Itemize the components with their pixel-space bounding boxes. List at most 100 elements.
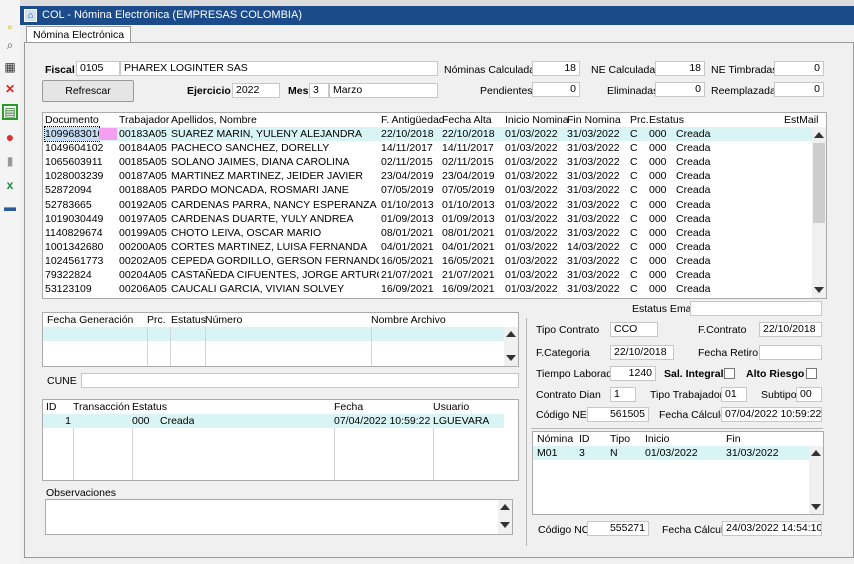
employees-scrollbar[interactable]: [812, 127, 826, 298]
table-row[interactable]: 1065603911 00185A05 SOLANO JAIMES, DIANA C…: [43, 155, 814, 169]
table-row[interactable]: 1049604102 00184A05 PACHECO SANCHEZ, DOREL…: [43, 141, 814, 155]
col-tipo[interactable]: Tipo: [610, 432, 630, 446]
files-scrollbar[interactable]: [504, 327, 518, 366]
col-tx-estatus[interactable]: Estatus: [132, 400, 167, 414]
col-inicio[interactable]: Inicio: [645, 432, 670, 446]
cell-documento: 1099683010: [44, 126, 100, 142]
mes-name-field[interactable]: Marzo: [329, 83, 438, 98]
cell-estatus-code: 000: [649, 128, 667, 140]
col-numero[interactable]: Número: [205, 313, 242, 327]
scroll-down-icon[interactable]: [506, 355, 516, 361]
refresh-button[interactable]: Refrescar: [42, 80, 134, 102]
transactions-scrollbar[interactable]: [504, 400, 518, 480]
nominas-scrollbar[interactable]: [809, 446, 823, 514]
scroll-down-icon[interactable]: [500, 522, 510, 528]
fecha-calculo-no-field[interactable]: 24/03/2022 14:54:10: [722, 521, 822, 536]
col-estatus[interactable]: Estatus: [649, 113, 684, 127]
scroll-up-icon[interactable]: [506, 331, 516, 337]
excel-icon[interactable]: x: [3, 178, 17, 192]
col-nombre-archivo[interactable]: Nombre Archivo: [371, 313, 446, 327]
table-row[interactable]: 1 000 Creada 07/04/2022 10:59:22 LGUEVAR…: [43, 414, 505, 429]
col-fecha[interactable]: Fecha: [334, 400, 363, 414]
col-files-estatus[interactable]: Estatus: [171, 313, 206, 327]
cune-field[interactable]: [81, 373, 519, 388]
contrato-dian-field[interactable]: 1: [610, 387, 636, 402]
col-nomina-id[interactable]: ID: [579, 432, 590, 446]
col-files-prc[interactable]: Prc.: [147, 313, 166, 327]
col-id[interactable]: ID: [46, 400, 57, 414]
ejercicio-field[interactable]: 2022: [232, 83, 280, 98]
chart-icon[interactable]: ▮: [3, 154, 17, 168]
col-fecha-generacion[interactable]: Fecha Generación: [47, 313, 133, 327]
observaciones-textarea[interactable]: [45, 499, 513, 535]
fecha-calculo-ne-field[interactable]: 07/04/2022 10:59:22: [721, 407, 822, 422]
scroll-up-icon[interactable]: [811, 450, 821, 456]
scroll-up-icon[interactable]: [500, 504, 510, 510]
transactions-table[interactable]: ID Transacción Estatus Fecha Usuario 1 0…: [42, 399, 519, 481]
codigo-ne-field[interactable]: 561505: [587, 407, 649, 422]
observaciones-scrollbar[interactable]: [498, 500, 512, 534]
col-prc[interactable]: Prc.: [630, 113, 649, 127]
table-row[interactable]: 1028003239 00187A05 MARTINEZ MARTINEZ, JEI…: [43, 169, 814, 183]
stop-icon[interactable]: ●: [3, 130, 17, 144]
col-f-antiguedad[interactable]: F. Antigüedad: [381, 113, 445, 127]
codigo-no-field[interactable]: 555271: [587, 521, 649, 536]
grid-icon[interactable]: ▤: [2, 104, 18, 120]
search-icon[interactable]: ⌕: [3, 38, 17, 52]
cell-fecha-alta: 01/09/2013: [442, 212, 495, 225]
col-inicio-nomina[interactable]: Inicio Nomina: [505, 113, 569, 127]
table-row[interactable]: 53123109 00206A05 CAUCALI GARCIA, VIVIAN S…: [43, 282, 814, 296]
table-row[interactable]: 52783665 00192A05 CARDENAS PARRA, NANCY ES…: [43, 198, 814, 212]
cell-f-antiguedad: 08/01/2021: [381, 226, 434, 239]
eliminadas-label: Eliminadas: [607, 85, 659, 97]
files-empty-row[interactable]: [43, 327, 505, 341]
scroll-thumb[interactable]: [813, 143, 825, 223]
sal-integral-checkbox[interactable]: [724, 368, 735, 379]
table-row[interactable]: 1140829674 00199A05 CHOTO LEIVA, OSCAR MAR…: [43, 226, 814, 240]
col-documento[interactable]: Documento: [45, 113, 99, 127]
table-row[interactable]: 1099683010 00183A05 SUAREZ MARIN, YULENY A…: [43, 126, 814, 142]
new-doc-icon[interactable]: ▫: [3, 20, 17, 34]
table-row[interactable]: 1019030449 00197A05 CARDENAS DUARTE, YULY …: [43, 212, 814, 226]
f-contrato-field[interactable]: 22/10/2018: [759, 322, 822, 337]
alto-riesgo-checkbox[interactable]: [806, 368, 817, 379]
chat-icon[interactable]: ▬: [3, 200, 17, 214]
col-fecha-alta[interactable]: Fecha Alta: [442, 113, 492, 127]
col-fin-nomina[interactable]: Fin Nomina: [567, 113, 621, 127]
scroll-down-icon[interactable]: [811, 504, 821, 510]
col-usuario[interactable]: Usuario: [433, 400, 469, 414]
subtipo-field[interactable]: 00: [796, 387, 822, 402]
col-transaccion[interactable]: Transacción: [73, 400, 130, 414]
cell-estatus-code: 000: [649, 269, 667, 281]
cell-estatus-code: 000: [649, 142, 667, 155]
col-apellidos-nombre[interactable]: Apellidos, Nombre: [171, 113, 257, 127]
f-categoria-field[interactable]: 22/10/2018: [610, 345, 674, 360]
cell-fin-nomina: 31/03/2022: [567, 226, 620, 239]
table-row[interactable]: 1024561773 00202A05 CEPEDA GORDILLO, GERSO…: [43, 254, 814, 268]
tipo-trabajador-field[interactable]: 01: [721, 387, 747, 402]
nominas-table[interactable]: Nómina ID Tipo Inicio Fin M01 3 N 01/03/…: [532, 431, 824, 515]
col-nomina[interactable]: Nómina: [537, 432, 573, 446]
cell-fecha-alta: 02/11/2015: [442, 156, 494, 169]
subtipo-label: Subtipo: [761, 389, 797, 401]
col-estmail[interactable]: EstMail: [784, 113, 818, 127]
table-row[interactable]: 1001342680 00200A05 CORTES MARTINEZ, LUISA…: [43, 240, 814, 254]
calculator-icon[interactable]: ▦: [3, 60, 17, 74]
fiscal-code-field[interactable]: 0105: [76, 61, 120, 76]
table-row[interactable]: 79322824 00204A05 CASTAÑEDA CIFUENTES, JOR…: [43, 268, 814, 282]
scroll-up-icon[interactable]: [814, 132, 824, 138]
fiscal-name-field[interactable]: PHAREX LOGINTER SAS: [120, 61, 438, 76]
tiempo-laborado-field[interactable]: 1240: [610, 366, 656, 381]
employees-table[interactable]: Documento Trabajador Apellidos, Nombre F…: [42, 112, 827, 299]
fecha-retiro-field[interactable]: [759, 345, 822, 360]
table-row[interactable]: M01 3 N 01/03/2022 31/03/2022: [533, 446, 810, 461]
table-row[interactable]: 52872094 00188A05 PARDO MONCADA, ROSMARI J…: [43, 183, 814, 197]
col-trabajador[interactable]: Trabajador: [119, 113, 169, 127]
close-icon[interactable]: ✕: [3, 82, 17, 96]
files-table[interactable]: Fecha Generación Prc. Estatus Número Nom…: [42, 312, 519, 367]
mes-number-field[interactable]: 3: [309, 83, 329, 98]
col-fin[interactable]: Fin: [726, 432, 741, 446]
tipo-contrato-field[interactable]: CCO: [610, 322, 658, 337]
scroll-down-icon[interactable]: [814, 287, 824, 293]
estatus-email-field[interactable]: [690, 301, 822, 316]
